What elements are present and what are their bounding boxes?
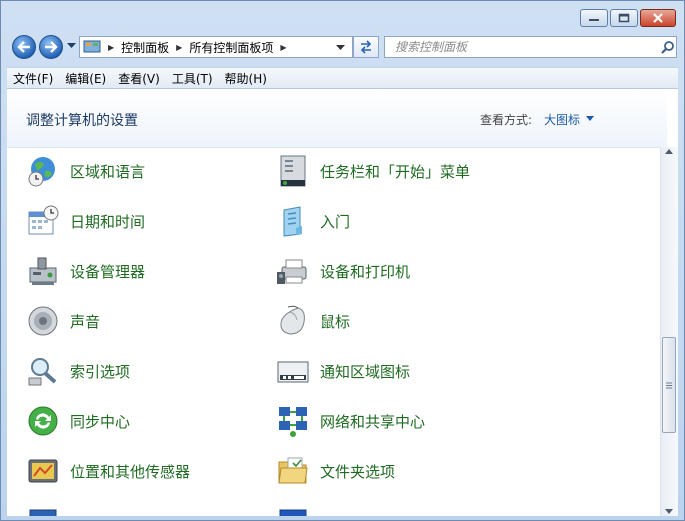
item-date-time[interactable]: 日期和时间 <box>25 201 145 241</box>
item-region-language[interactable]: 区域和语言 <box>25 151 145 191</box>
menu-file[interactable]: 文件(F) <box>7 70 59 87</box>
minimize-icon <box>589 19 599 21</box>
breadcrumb-control-panel[interactable]: 控制面板 <box>121 39 169 56</box>
scroll-down-icon[interactable] <box>665 509 673 514</box>
recent-pages-dropdown-icon[interactable] <box>67 43 76 49</box>
forward-button[interactable] <box>39 35 63 59</box>
item-label: 任务栏和「开始」菜单 <box>320 162 471 181</box>
item-label: 声音 <box>70 312 101 331</box>
sensor-icon <box>25 453 61 489</box>
printer-icon <box>275 253 311 289</box>
mouse-icon <box>275 303 311 339</box>
folder-icon <box>275 453 311 489</box>
device-manager-icon <box>25 253 61 289</box>
control-panel-icon <box>83 40 101 53</box>
globe-clock-icon <box>25 153 61 189</box>
caption-buttons <box>580 9 676 27</box>
breadcrumb-all-items[interactable]: 所有控制面板项 <box>189 39 273 56</box>
item-label: 网络和共享中心 <box>320 412 426 431</box>
view-by-dropdown-icon[interactable] <box>586 116 594 121</box>
menu-view[interactable]: 查看(V) <box>112 70 166 87</box>
control-panel-window: ▶ 控制面板 ▶ 所有控制面板项 ▶ 文件(F) 编辑(E) 查看(V) 工具(… <box>0 0 685 521</box>
grip-icon <box>666 382 672 388</box>
search-input[interactable] <box>393 39 657 55</box>
scroll-up-icon[interactable] <box>665 149 673 154</box>
menu-edit[interactable]: 编辑(E) <box>59 70 112 87</box>
item-devices-printers[interactable]: 设备和打印机 <box>275 251 410 291</box>
item-folder-options[interactable]: 文件夹选项 <box>275 451 395 491</box>
item-location-sensors[interactable]: 位置和其他传感器 <box>25 451 190 491</box>
magnifier-icon <box>25 353 61 389</box>
item-label: 区域和语言 <box>70 162 146 181</box>
content-header: 调整计算机的设置 查看方式: 大图标 <box>7 89 667 148</box>
item-label: 鼠标 <box>320 312 351 331</box>
item-getting-started[interactable]: 入门 <box>275 201 350 241</box>
taskbar-icon <box>275 153 311 189</box>
item-label: 文件夹选项 <box>320 462 396 481</box>
address-dropdown-icon[interactable] <box>336 45 345 51</box>
sync-icon <box>25 403 61 439</box>
view-by-selector[interactable]: 大图标 <box>544 111 580 128</box>
chevron-right-icon[interactable]: ▶ <box>108 43 114 52</box>
search-box <box>384 36 677 58</box>
content-pane: 调整计算机的设置 查看方式: 大图标 区域和语言 任务栏和「开始」菜单 日期和时… <box>7 89 678 516</box>
search-icon[interactable] <box>661 40 675 54</box>
item-partial-2[interactable] <box>275 501 311 516</box>
maximize-button[interactable] <box>610 9 638 27</box>
item-taskbar-start[interactable]: 任务栏和「开始」菜单 <box>275 151 470 191</box>
speaker-icon <box>25 303 61 339</box>
item-notification-icons[interactable]: 通知区域图标 <box>275 351 410 391</box>
system-icon <box>25 503 61 516</box>
vertical-scrollbar[interactable] <box>660 147 678 516</box>
minimize-button[interactable] <box>580 9 608 27</box>
back-button[interactable] <box>12 35 36 59</box>
display-icon <box>275 503 311 516</box>
item-label: 同步中心 <box>70 412 131 431</box>
close-icon <box>653 13 663 23</box>
page-title: 调整计算机的设置 <box>26 113 138 129</box>
close-button[interactable] <box>640 9 676 27</box>
item-label: 入门 <box>320 212 351 231</box>
back-arrow-icon <box>17 41 30 53</box>
item-label: 设备管理器 <box>70 262 146 281</box>
item-sound[interactable]: 声音 <box>25 301 100 341</box>
menu-help[interactable]: 帮助(H) <box>219 70 273 87</box>
chevron-right-icon[interactable]: ▶ <box>280 43 286 52</box>
address-bar[interactable]: ▶ 控制面板 ▶ 所有控制面板项 ▶ <box>79 36 353 58</box>
notification-icon <box>275 353 311 389</box>
getting-started-icon <box>275 203 311 239</box>
refresh-button[interactable] <box>353 36 379 58</box>
menu-tools[interactable]: 工具(T) <box>166 70 219 87</box>
item-mouse[interactable]: 鼠标 <box>275 301 350 341</box>
item-label: 索引选项 <box>70 362 131 381</box>
calendar-clock-icon <box>25 203 61 239</box>
forward-arrow-icon <box>45 41 58 53</box>
item-indexing-options[interactable]: 索引选项 <box>25 351 130 391</box>
item-label: 日期和时间 <box>70 212 146 231</box>
item-sync-center[interactable]: 同步中心 <box>25 401 130 441</box>
network-icon <box>275 403 311 439</box>
breadcrumb: ▶ 控制面板 ▶ 所有控制面板项 ▶ <box>101 39 294 56</box>
item-label: 通知区域图标 <box>320 362 411 381</box>
item-network-sharing[interactable]: 网络和共享中心 <box>275 401 425 441</box>
chevron-right-icon[interactable]: ▶ <box>176 43 182 52</box>
item-device-manager[interactable]: 设备管理器 <box>25 251 145 291</box>
refresh-icon <box>360 40 372 54</box>
scrollbar-thumb[interactable] <box>662 337 676 433</box>
item-partial-1[interactable] <box>25 501 61 516</box>
view-by-label: 查看方式: <box>480 113 533 127</box>
menu-bar: 文件(F) 编辑(E) 查看(V) 工具(T) 帮助(H) <box>7 67 678 89</box>
maximize-icon <box>618 13 630 23</box>
item-label: 位置和其他传感器 <box>70 462 191 481</box>
item-label: 设备和打印机 <box>320 262 411 281</box>
